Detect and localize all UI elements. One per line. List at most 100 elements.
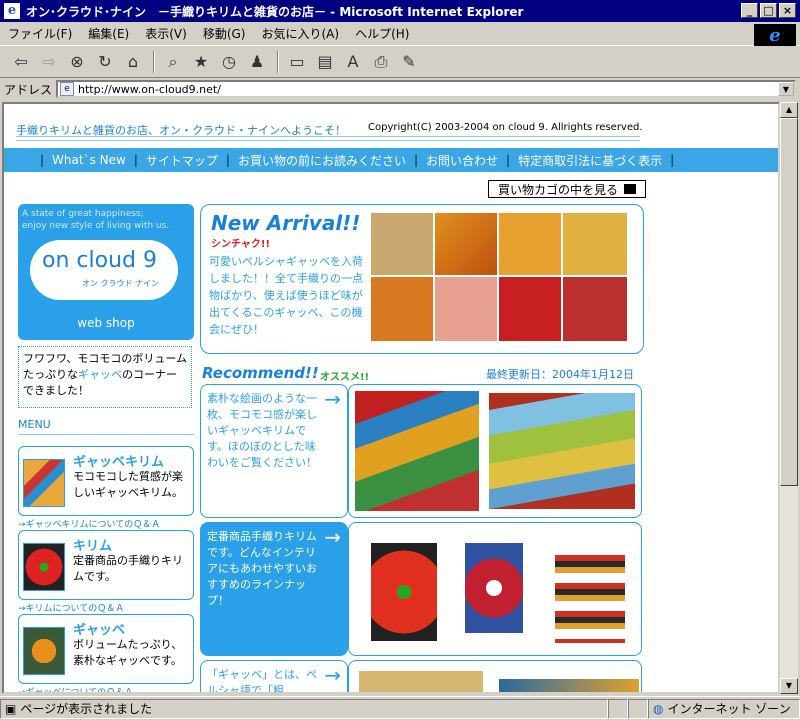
nav-read-first[interactable]: お買い物の前にお読みください (238, 152, 406, 169)
logo-sub: オン クラウド ナイン (82, 279, 160, 288)
menu-edit[interactable]: 編集(E) (80, 25, 137, 42)
logo-tagline: A state of great happiness; enjoy new st… (22, 209, 170, 231)
qa-link-gabbeh[interactable]: →ギャッベについてのＱ＆Ａ (18, 685, 133, 692)
close-button[interactable]: × (779, 3, 796, 18)
gabbeh-notice[interactable]: フワフワ、モコモコのボリューム たっぷりなギャッベのコーナー できました！ (18, 346, 192, 408)
menu-help[interactable]: ヘルプ(H) (347, 25, 417, 42)
minimize-button[interactable]: _ (741, 3, 758, 18)
recommend-image-kilim[interactable] (348, 522, 642, 656)
scrollbar-thumb[interactable] (780, 118, 798, 486)
menu-card-gabbeh-kilim[interactable]: ギャッベキリム モコモコした質感が楽しいギャッベキリム。 (18, 446, 194, 516)
address-dropdown-icon[interactable]: ▼ (778, 82, 794, 96)
new-arrival-desc: 可愛いペルシャギャッベを入荷しました！！全て手織りの一点物ばかり、使えば使うほど… (209, 255, 363, 336)
status-bar: ▣ ページが表示されました ◍ インターネット ゾーン (0, 696, 800, 720)
page-icon: e (60, 82, 75, 96)
discuss-icon[interactable]: ▤ (312, 50, 338, 74)
page-done-icon: ▣ (5, 701, 17, 716)
favorites-icon[interactable]: ★ (188, 50, 214, 74)
logo-shop: web shop (77, 316, 135, 330)
nav-whats-new[interactable]: What`s New (52, 153, 126, 167)
qa-link-gabbeh-kilim[interactable]: →ギャッベキリムについてのＱ＆Ａ (18, 517, 160, 530)
maximize-button[interactable]: □ (760, 3, 777, 18)
logo-name: on cloud 9 (42, 248, 157, 273)
title-bar: e オン･クラウド･ナイン －手織りキリムと雑貨のお店－ - Microsoft… (0, 0, 800, 22)
rug-image (499, 213, 561, 275)
status-text: ページが表示されました (20, 702, 153, 716)
page-viewport[interactable]: 手織りキリムと雑貨のお店、オン・クラウド・ナインへようこそ！ Copyright… (2, 102, 780, 694)
recommend-title: Recommend!! (202, 364, 319, 382)
divider (18, 434, 194, 435)
view-cart-button[interactable]: 買い物カゴの中を見る (488, 180, 646, 198)
zone-cell: ◍ インターネット ゾーン (648, 698, 800, 719)
rug-image (499, 277, 561, 341)
last-updated: 最終更新日：2004年1月12日 (486, 368, 634, 381)
home-icon[interactable]: ⌂ (120, 50, 146, 74)
address-url: http://www.on-cloud9.net/ (78, 82, 221, 96)
new-arrival-sub: シンチャク!! (211, 239, 271, 250)
edit-icon[interactable]: ✎ (396, 50, 422, 74)
cart-label: 買い物カゴの中を見る (497, 182, 618, 197)
refresh-icon[interactable]: ↻ (92, 50, 118, 74)
status-text-cell: ▣ ページが表示されました (0, 698, 608, 719)
product-thumbnail (23, 627, 65, 675)
menu-card-gabbeh[interactable]: ギャッベ ボリュームたっぷり、素朴なギャッベです。 (18, 614, 194, 684)
menu-go[interactable]: 移動(G) (195, 25, 254, 42)
search-icon[interactable]: ⌕ (160, 50, 186, 74)
nav-sitemap[interactable]: サイトマップ (146, 152, 218, 169)
rug-image (563, 277, 627, 341)
history-icon[interactable]: ◷ (216, 50, 242, 74)
product-thumbnail (23, 459, 65, 507)
rug-image (371, 277, 433, 341)
address-bar: アドレス e http://www.on-cloud9.net/ ▼ (0, 78, 800, 100)
menu-bar: ファイル(F) 編集(E) 表示(V) 移動(G) お気に入り(A) ヘルプ(H… (0, 22, 800, 46)
address-input[interactable]: e http://www.on-cloud9.net/ ▼ (56, 80, 796, 98)
scroll-up-icon[interactable]: ▲ (780, 102, 798, 118)
copyright-text: Copyright(C) 2003-2004 on cloud 9. Allri… (368, 122, 643, 133)
vertical-scrollbar[interactable]: ▲ ▼ (780, 102, 798, 694)
toolbar: ⇦ ⇨ ⊗ ↻ ⌂ ⌕ ★ ◷ ♟ ▭ ▤ A ⎙ ✎ (0, 46, 800, 78)
print-icon[interactable]: ⎙ (368, 50, 394, 74)
fullscreen-icon[interactable]: ▭ (284, 50, 310, 74)
ie-icon: e (4, 3, 20, 19)
toolbar-separator (153, 50, 155, 73)
nav-legal[interactable]: 特定商取引法に基づく表示 (518, 152, 662, 169)
address-label: アドレス (4, 82, 53, 97)
menu-favorites[interactable]: お気に入り(A) (253, 25, 347, 42)
menu-file[interactable]: ファイル(F) (0, 25, 80, 42)
arrow-right-icon: → (324, 387, 341, 411)
messenger-icon[interactable]: ♟ (244, 50, 270, 74)
scroll-down-icon[interactable]: ▼ (780, 678, 798, 694)
window-controls: _ □ × (741, 3, 796, 18)
status-cell (608, 698, 628, 719)
recommend-card-gabbeh[interactable]: → 「ギャッベ」とは、ペルシャ語で「粗 (200, 660, 348, 692)
nav-bar: | What`s New | サイトマップ | お買い物の前にお読みください | お問い… (4, 148, 778, 172)
rug-image (435, 213, 497, 275)
recommend-sub: オススメ!! (320, 372, 370, 383)
recommend-card-kilim[interactable]: → 定番商品手織りキリムです。どんなインテリアにもあわせやすいおすすめのラインナ… (200, 522, 348, 656)
cart-icon (624, 184, 636, 194)
arrow-right-icon: → (324, 525, 341, 549)
rug-image (435, 277, 497, 341)
nav-contact[interactable]: お問い合わせ (426, 152, 498, 169)
font-icon[interactable]: A (340, 50, 366, 74)
divider (16, 140, 640, 141)
stop-icon[interactable]: ⊗ (64, 50, 90, 74)
arrow-right-icon: → (324, 663, 341, 687)
new-arrival-title: New Arrival!! (211, 211, 361, 235)
menu-view[interactable]: 表示(V) (137, 25, 195, 42)
back-icon[interactable]: ⇦ (8, 50, 34, 74)
recommend-card-gabbeh-kilim[interactable]: → 素朴な絵画のような一枚、モコモコ感が楽しいギャッベキリムです。ほのぼのとした… (200, 384, 348, 518)
forward-icon[interactable]: ⇨ (36, 50, 62, 74)
product-thumbnail (23, 543, 65, 591)
globe-icon: ◍ (653, 701, 664, 716)
recommend-image-gabbeh[interactable] (348, 660, 642, 692)
site-logo[interactable]: A state of great happiness; enjoy new st… (18, 204, 194, 340)
rug-image (563, 213, 627, 275)
new-arrival-panel[interactable]: New Arrival!! シンチャク!! 可愛いペルシャギャッベを入荷しました… (200, 204, 644, 354)
recommend-image-gabbeh-kilim[interactable] (348, 384, 642, 518)
menu-label: MENU (18, 418, 51, 431)
qa-link-kilim[interactable]: →キリムについてのＱ＆Ａ (18, 601, 124, 614)
window-title: オン･クラウド･ナイン －手織りキリムと雑貨のお店－ - Microsoft I… (26, 4, 524, 19)
menu-card-kilim[interactable]: キリム 定番商品の手織りキリムです。 (18, 530, 194, 600)
rug-image (371, 213, 433, 275)
